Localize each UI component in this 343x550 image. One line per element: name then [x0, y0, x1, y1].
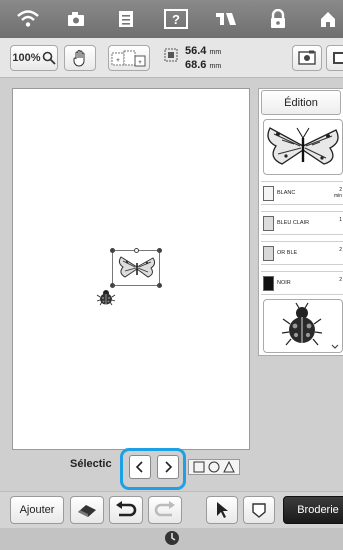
document-icon[interactable] — [112, 5, 140, 33]
home-icon[interactable] — [314, 5, 342, 33]
selected-pattern-frame[interactable] — [110, 248, 162, 288]
thread-time-unit: min — [333, 193, 342, 199]
svg-text:+: + — [116, 58, 120, 64]
top-toolbar: 100% + + 56.4 mm 68.6 mm — [0, 38, 343, 78]
size-icon — [164, 48, 178, 62]
add-button-label: Ajouter — [19, 504, 55, 516]
camera-icon[interactable] — [62, 5, 90, 33]
bottom-toolbar: Ajouter Broderie — [0, 491, 343, 528]
clock-icon[interactable] — [164, 530, 180, 546]
select-button[interactable] — [206, 496, 238, 524]
redo-icon — [154, 501, 175, 517]
svg-text:+: + — [138, 60, 142, 66]
delete-button[interactable] — [70, 496, 104, 524]
edit-button[interactable]: Édition — [261, 90, 341, 115]
lock-icon[interactable] — [264, 5, 292, 33]
ladybug-icon[interactable] — [96, 288, 116, 306]
chevron-down-icon[interactable] — [331, 344, 339, 350]
height-value: 68.6 — [185, 59, 207, 71]
resize-handle[interactable] — [110, 248, 115, 253]
width-unit: mm — [209, 49, 222, 56]
dimensions-readout: 56.4 mm 68.6 mm — [185, 45, 221, 73]
thread-name: BLEU CLAIR — [277, 220, 310, 226]
zoom-label: 100% — [12, 52, 41, 64]
thread-swatch — [263, 275, 274, 291]
thread-swatch — [263, 185, 274, 201]
thread-number: 1 — [339, 217, 342, 223]
svg-text:?: ? — [172, 12, 180, 27]
camera-view-button[interactable] — [292, 45, 322, 71]
footer-bar — [0, 528, 343, 550]
edit-button-label: Édition — [284, 96, 318, 109]
thread-number: 2 — [339, 277, 342, 283]
frame-icon — [252, 503, 266, 518]
thread-row[interactable]: BLANC 2 min — [261, 181, 343, 205]
pan-button[interactable] — [64, 45, 96, 71]
thread-name: OR BLE — [277, 250, 298, 256]
resize-handle[interactable] — [157, 283, 162, 288]
undo-icon — [116, 501, 137, 517]
help-icon[interactable]: ? — [162, 5, 190, 33]
butterfly-icon — [267, 127, 339, 165]
undo-button[interactable] — [109, 496, 143, 524]
pattern-layout-button[interactable]: + + — [108, 45, 150, 71]
thread-swatch — [263, 245, 274, 261]
redo-button[interactable] — [148, 496, 182, 524]
resize-handle[interactable] — [157, 248, 162, 253]
status-bar: ? — [0, 0, 343, 38]
thread-swatch — [263, 215, 274, 231]
width-value: 56.4 — [185, 45, 207, 57]
thread-row[interactable]: OR BLE 2 — [261, 241, 343, 265]
selection-label: Sélectic — [70, 458, 112, 470]
preview-icon — [333, 52, 343, 64]
wifi-icon[interactable] — [14, 5, 42, 33]
add-button[interactable]: Ajouter — [10, 496, 64, 524]
photo-icon — [298, 50, 316, 65]
thread-name: NOIR — [277, 280, 291, 286]
selection-shape-buttons[interactable] — [188, 459, 240, 475]
pointer-icon — [217, 502, 228, 518]
height-unit: mm — [209, 63, 222, 70]
thread-name: BLANC — [277, 190, 296, 196]
butterfly-icon — [118, 256, 156, 278]
pattern-thumbnail-butterfly[interactable] — [263, 119, 343, 175]
pattern-thumbnail-ladybug[interactable] — [263, 299, 343, 353]
frame-button[interactable] — [243, 496, 275, 524]
magnifier-icon — [42, 51, 56, 65]
thread-number: 2 — [339, 247, 342, 253]
zoom-button[interactable]: 100% — [10, 45, 58, 71]
layout-icon: + + — [111, 50, 146, 67]
thread-row[interactable]: NOIR 2 — [261, 271, 343, 295]
hand-icon — [73, 50, 85, 67]
eraser-icon — [78, 505, 96, 517]
embroidery-button-label: Broderie — [297, 504, 339, 516]
sewing-icon[interactable] — [212, 5, 240, 33]
pattern-panel: Édition BLANC 2 min BLEU CLAIR 1 OR BLE 2… — [258, 88, 343, 356]
embroidery-button[interactable]: Broderie — [283, 496, 343, 524]
thread-row[interactable]: BLEU CLAIR 1 — [261, 211, 343, 235]
navigation-highlight — [120, 448, 186, 490]
preview-button[interactable] — [326, 45, 343, 71]
